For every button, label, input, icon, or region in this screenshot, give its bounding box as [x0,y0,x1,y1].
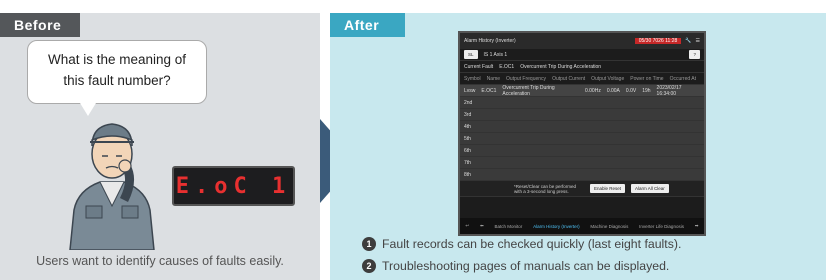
nav-inverter-life[interactable]: Inverter Life Diagnosis [639,224,684,229]
row-num: 3rd [464,111,472,118]
col-voltage: Output Voltage [591,75,625,82]
row-num: 4th [464,123,471,130]
menu-icon[interactable]: ☰ [696,38,700,44]
number-badge: 1 [362,237,376,251]
screen-title-bar: Alarm History (Inverter) 05/30 7026 11:2… [460,33,704,49]
back-icon[interactable]: ↩ [465,223,469,229]
help-button[interactable]: ? [689,50,700,59]
before-tab: Before [0,13,80,37]
table-row[interactable]: 6th [460,145,704,157]
table-row[interactable]: 7th [460,157,704,169]
row-num: 7th [464,159,471,166]
enable-reset-button[interactable]: Enable Reset [590,184,626,193]
row-date: 2023/02/17 16:34:00 [656,84,682,97]
row-num: 6th [464,147,471,154]
row-num: Lvsw [464,87,476,94]
nav-batch-monitor[interactable]: Batch Monitor [495,224,523,229]
screen-nav-bar: ↩ ⬅ Batch Monitor Alarm History (Inverte… [460,218,704,234]
table-row[interactable]: 4th [460,121,704,133]
before-caption: Users want to identify causes of faults … [36,254,284,268]
row-current: 0.00A [606,87,620,94]
table-header: Symbol Name Output Frequency Output Curr… [460,73,704,85]
table-row[interactable]: 8th [460,169,704,181]
col-symbol: Symbol [464,75,481,82]
nav-alarm-history[interactable]: Alarm History (Inverter) [533,224,580,229]
row-freq: 0.00Hz [584,87,601,94]
row-name: Overcurrent Trip During Acceleration [502,84,555,97]
after-panel: After Alarm History (Inverter) 05/30 702… [330,13,826,280]
col-time: Power on Time [630,75,664,82]
table-row[interactable]: 5th [460,133,704,145]
filter-sl-button[interactable]: SL [464,50,478,59]
table-row[interactable]: 2nd [460,97,704,109]
list-item-text: Troubleshooting pages of manuals can be … [382,259,670,273]
wrench-icon[interactable]: 🔧 [685,38,691,44]
nav-machine-diagnosis[interactable]: Machine Diagnosis [590,224,628,229]
current-fault-code: E.OC1 [499,63,515,70]
col-occurred: Occurred At [669,75,696,82]
list-item: 1 Fault records can be checked quickly (… [362,233,681,255]
number-badge: 2 [362,259,376,273]
worker-illustration [69,123,155,250]
row-num: 8th [464,171,471,178]
table-row[interactable]: Lvsw E.OC1 Overcurrent Trip During Accel… [460,85,704,97]
right-arrow-icon[interactable]: ➡ [695,223,699,229]
col-current: Output Current [552,75,586,82]
axis-label: IS 1 Axis 1 [483,51,508,58]
col-freq: Output Frequency [506,75,547,82]
hmi-screen: Alarm History (Inverter) 05/30 7026 11:2… [458,31,706,236]
list-item: 2 Troubleshooting pages of manuals can b… [362,255,681,277]
current-fault-row: Current Fault E.OC1 Overcurrent Trip Dur… [460,61,704,73]
current-fault-name: Overcurrent Trip During Acceleration [520,63,602,70]
after-tab: After [330,13,405,37]
fault-code-display: E.oC 1 [172,166,295,206]
col-name: Name [486,75,501,82]
alarm-indicator: 05/30 7026 11:28 [634,38,682,44]
row-code: E.OC1 [481,87,497,94]
row-num: 5th [464,135,471,142]
filter-row: SL IS 1 Axis 1 ? [460,49,704,61]
table-row[interactable]: 3rd [460,109,704,121]
row-time: 19h [642,87,651,94]
history-table: Lvsw E.OC1 Overcurrent Trip During Accel… [460,85,704,181]
before-panel: Before What is the meaning of this fault… [0,13,320,280]
list-item-text: Fault records can be checked quickly (la… [382,237,682,251]
screen-title: Alarm History (Inverter) [464,38,516,44]
row-num: 2nd [464,99,473,106]
feature-list: 1 Fault records can be checked quickly (… [362,233,681,277]
left-arrow-icon[interactable]: ⬅ [480,223,484,229]
alarm-all-clear-button[interactable]: Alarm All Clear [631,184,669,193]
action-row: *Reset/Clear can be performed with a 3-s… [460,181,704,197]
row-voltage: 0.0V [625,87,637,94]
speech-bubble: What is the meaning of this fault number… [27,40,207,116]
reset-note: *Reset/Clear can be performed with a 3-s… [514,183,577,194]
current-fault-label: Current Fault [464,63,494,70]
